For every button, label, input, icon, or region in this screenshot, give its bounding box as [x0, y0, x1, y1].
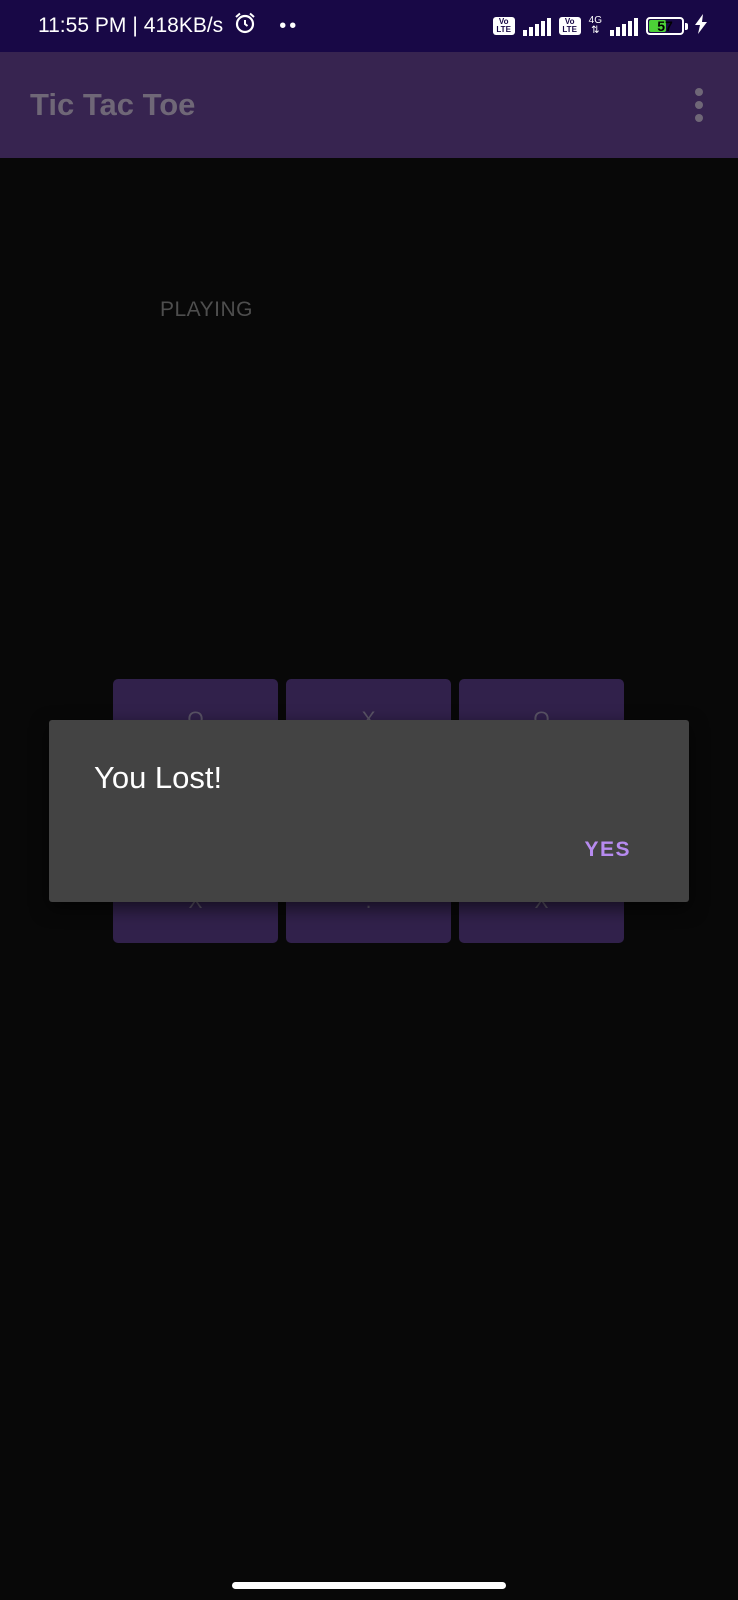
app-bar: Tic Tac Toe — [0, 52, 738, 158]
network-type-icon: 4G ⇅ — [588, 15, 602, 36]
clock: 11:55 PM — [38, 14, 127, 37]
gesture-nav-handle[interactable] — [232, 1582, 506, 1589]
alarm-clock-icon — [233, 11, 257, 41]
app-title: Tic Tac Toe — [30, 87, 196, 122]
status-left: 11:55 PM | 418KB/s •• — [38, 0, 299, 52]
network-speed: 418KB/s — [143, 14, 224, 37]
status-bar: 11:55 PM | 418KB/s •• Vo LTE Vo LTE 4G ⇅… — [0, 0, 738, 52]
dialog-title: You Lost! — [94, 760, 223, 795]
status-separator: | — [132, 14, 138, 37]
battery-level: 57 — [657, 18, 673, 34]
more-vertical-icon[interactable] — [694, 88, 704, 122]
battery-icon: 57 — [646, 17, 688, 35]
result-dialog: You Lost! YES — [49, 720, 689, 902]
signal-strength-icon-2 — [610, 16, 638, 36]
volte-badge-1: Vo LTE — [492, 17, 515, 35]
volte-badge-2: Vo LTE — [558, 17, 581, 35]
status-right: Vo LTE Vo LTE 4G ⇅ 57 — [492, 0, 708, 52]
signal-strength-icon-1 — [522, 16, 551, 36]
screen: 11:55 PM | 418KB/s •• Vo LTE Vo LTE 4G ⇅… — [0, 0, 738, 1600]
notification-dots: •• — [279, 14, 300, 37]
yes-button[interactable]: YES — [584, 838, 631, 862]
lightning-bolt-icon — [694, 13, 708, 39]
